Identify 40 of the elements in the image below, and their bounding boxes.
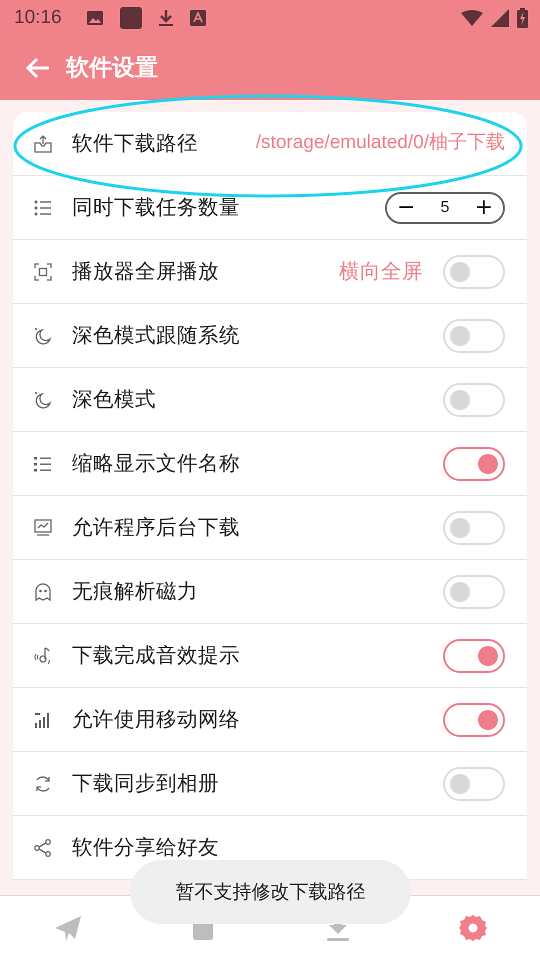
minus-button[interactable]: −: [397, 196, 416, 218]
signal-icon: [491, 9, 509, 27]
setting-label: 软件下载路径: [72, 130, 198, 158]
battery-icon: [517, 8, 528, 28]
inbox-icon: [33, 134, 53, 154]
setting-label: 允许使用移动网络: [72, 706, 240, 734]
wifi-icon: [461, 10, 483, 26]
setting-label: 同时下载任务数量: [72, 194, 240, 222]
chart-icon: [33, 518, 53, 538]
back-arrow-icon[interactable]: [26, 57, 50, 79]
setting-label: 播放器全屏播放: [72, 258, 219, 286]
setting-label: 软件分享给好友: [72, 834, 219, 862]
download-icon: [158, 9, 174, 27]
fullscreen-icon: [33, 262, 53, 282]
setting-label: 无痕解析磁力: [72, 578, 198, 606]
image-icon: [86, 10, 104, 26]
setting-label: 深色模式跟随系统: [72, 322, 240, 350]
settings-icon[interactable]: [458, 913, 488, 943]
toggle-switch[interactable]: [443, 702, 505, 736]
square-icon: [120, 7, 142, 29]
page-title: 软件设置: [66, 54, 158, 83]
setting-label: 下载完成音效提示: [72, 642, 240, 670]
font-icon: [190, 10, 206, 26]
setting-label: 深色模式: [72, 386, 156, 414]
setting-label: 缩略显示文件名称: [72, 450, 240, 478]
toggle-switch[interactable]: [443, 446, 505, 480]
toggle-switch[interactable]: [443, 638, 505, 672]
setting-label: 下载同步到相册: [72, 770, 219, 798]
share-icon: [33, 838, 53, 858]
stepper-value: 5: [440, 198, 450, 218]
setting-label: 允许程序后台下载: [72, 514, 240, 542]
list-icon: [33, 198, 53, 218]
status-time: 10:16: [14, 6, 62, 30]
plus-button[interactable]: +: [474, 196, 493, 218]
ghost-icon: [33, 582, 53, 602]
send-icon[interactable]: [52, 913, 82, 943]
moon-icon: [33, 326, 53, 346]
toast-message: 暂不支持修改下载路径: [130, 860, 411, 924]
music-note-icon: [33, 646, 53, 666]
moon-icon: [33, 390, 53, 410]
